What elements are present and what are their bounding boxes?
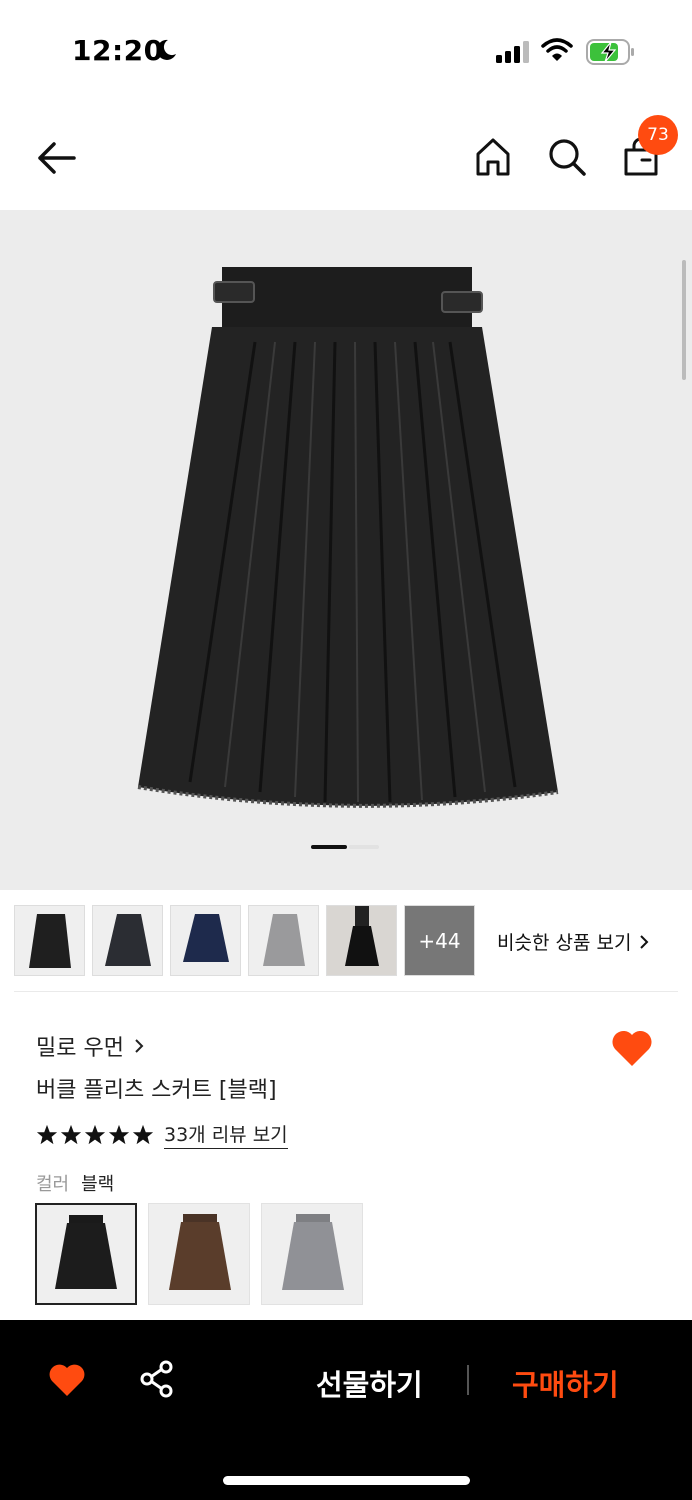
- similar-products-link[interactable]: 비슷한 상품 보기: [497, 928, 649, 955]
- color-option-black[interactable]: [35, 1203, 137, 1305]
- home-icon[interactable]: [474, 136, 512, 178]
- brand-name: 밀로 우먼: [36, 1036, 124, 1061]
- product-name: 버클 플리츠 스커트 [블랙]: [36, 1078, 277, 1103]
- moon-icon: [156, 39, 176, 60]
- star-icon: [132, 1124, 154, 1144]
- star-icon: [60, 1124, 82, 1144]
- color-value: 블랙: [81, 1174, 115, 1195]
- brand-link[interactable]: 밀로 우먼: [36, 1030, 144, 1062]
- bottom-action-bar: 선물하기 구매하기: [0, 1320, 692, 1500]
- star-icon: [84, 1124, 106, 1144]
- thumbnail[interactable]: [326, 905, 397, 976]
- status-bar: 12:20: [0, 0, 692, 100]
- thumbnail[interactable]: [92, 905, 163, 976]
- home-indicator[interactable]: [223, 1476, 470, 1485]
- thumbnail[interactable]: [170, 905, 241, 976]
- back-arrow-icon[interactable]: [30, 136, 82, 180]
- cart-count-badge[interactable]: 73: [638, 115, 678, 155]
- thumbnail[interactable]: [248, 905, 319, 976]
- more-count: +44: [418, 928, 461, 953]
- wishlist-heart-icon[interactable]: [610, 1028, 654, 1068]
- rating-stars: [36, 1124, 154, 1146]
- status-time: 12:20: [72, 34, 164, 67]
- search-icon[interactable]: [546, 136, 588, 178]
- battery-charging-icon: [586, 39, 634, 65]
- reviews-link[interactable]: 33개 리뷰 보기: [164, 1120, 288, 1149]
- thumbnail[interactable]: [14, 905, 85, 976]
- like-heart-icon[interactable]: [48, 1362, 86, 1398]
- top-navigation: [0, 100, 692, 210]
- color-option-gray[interactable]: [261, 1203, 363, 1305]
- color-selector-label: 컬러 블랙: [36, 1170, 114, 1196]
- chevron-right-icon: [640, 934, 649, 949]
- star-icon: [36, 1124, 58, 1144]
- divider: [14, 991, 678, 992]
- star-icon: [108, 1124, 130, 1144]
- buy-button[interactable]: 구매하기: [512, 1362, 619, 1404]
- carousel-indicator-active: [311, 845, 347, 849]
- color-label: 컬러: [36, 1174, 70, 1195]
- more-thumbnails-button[interactable]: +44: [404, 905, 475, 976]
- chevron-right-icon: [135, 1039, 144, 1053]
- product-image-carousel[interactable]: [0, 210, 692, 890]
- divider: [467, 1365, 469, 1395]
- rating-row: 33개 리뷰 보기: [36, 1120, 288, 1149]
- color-option-brown[interactable]: [148, 1203, 250, 1305]
- product-main-image: [137, 267, 559, 808]
- scrollbar[interactable]: [682, 260, 686, 380]
- gift-button[interactable]: 선물하기: [316, 1362, 423, 1404]
- similar-products-label: 비슷한 상품 보기: [497, 932, 632, 954]
- carousel-indicator: [349, 845, 379, 849]
- wifi-icon: [541, 38, 573, 61]
- share-icon[interactable]: [139, 1360, 175, 1398]
- signal-icon: [496, 41, 529, 63]
